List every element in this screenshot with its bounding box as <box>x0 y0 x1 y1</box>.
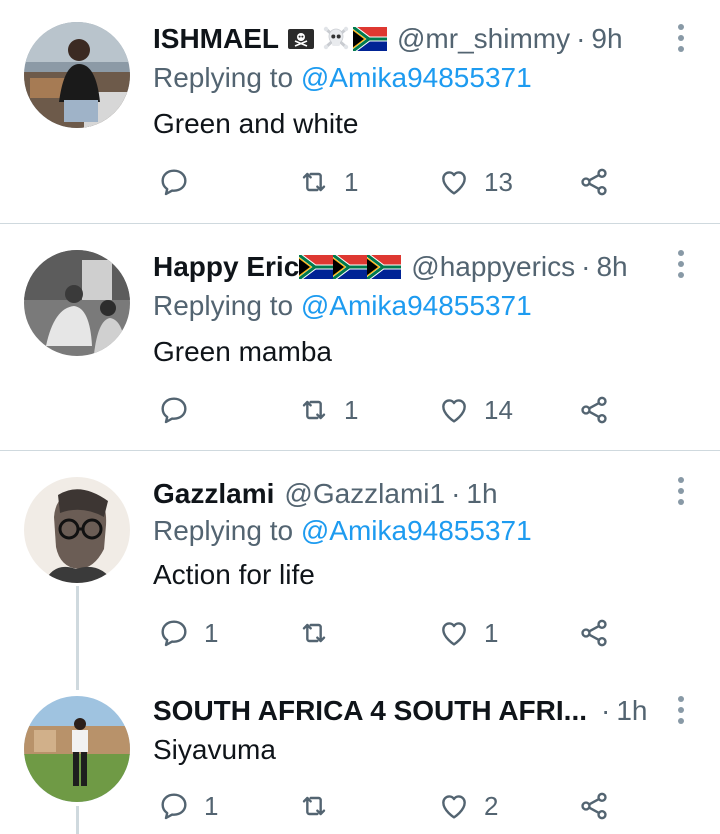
replying-prefix: Replying to <box>153 515 294 546</box>
reply-button[interactable] <box>158 394 204 426</box>
share-button[interactable] <box>578 617 610 649</box>
like-icon <box>438 166 470 198</box>
retweet-button[interactable] <box>298 790 344 822</box>
timestamp[interactable]: 1h <box>466 478 497 510</box>
reply-icon <box>158 617 190 649</box>
tweet-1[interactable]: ISHMAEL @mr_shimmy · 9h Replying to @Ami… <box>0 0 720 224</box>
retweet-button[interactable] <box>298 617 344 649</box>
reply-icon <box>158 166 190 198</box>
tweet-4[interactable]: SOUTH AFRICA 4 SOUTH AFRI... · 1h Siyavu… <box>0 690 720 834</box>
share-button[interactable] <box>578 790 610 822</box>
timestamp[interactable]: 8h <box>596 251 627 283</box>
avatar[interactable] <box>24 250 130 356</box>
share-button[interactable] <box>578 394 610 426</box>
tweet-text: Siyavuma <box>153 734 276 765</box>
timestamp[interactable]: 9h <box>591 23 622 55</box>
replying-prefix: Replying to <box>153 62 294 93</box>
south-africa-flag-icon <box>367 255 401 279</box>
tweet-3[interactable]: Gazzlami @Gazzlami1 · 1h Replying to @Am… <box>0 451 720 681</box>
more-icon[interactable] <box>672 250 690 280</box>
separator: · <box>601 695 611 726</box>
retweet-button[interactable]: 1 <box>298 394 358 426</box>
replying-prefix: Replying to <box>153 290 294 321</box>
display-name[interactable]: SOUTH AFRICA 4 SOUTH AFRI... <box>153 695 587 727</box>
like-count: 14 <box>484 394 513 425</box>
share-icon <box>578 617 610 649</box>
tweet-text: Green mamba <box>153 336 332 367</box>
share-button[interactable] <box>578 166 610 198</box>
tweet-text: Action for life <box>153 559 315 590</box>
reply-icon <box>158 790 190 822</box>
replying-to-mention[interactable]: @Amika94855371 <box>301 515 532 546</box>
like-count: 2 <box>484 790 499 821</box>
retweet-icon <box>298 394 330 426</box>
separator: · <box>576 23 586 54</box>
avatar[interactable] <box>24 477 130 583</box>
like-count: 1 <box>484 617 499 648</box>
replying-to-mention[interactable]: @Amika94855371 <box>301 290 532 321</box>
more-icon[interactable] <box>672 24 690 54</box>
south-africa-flag-icon <box>299 255 333 279</box>
like-icon <box>438 617 470 649</box>
share-icon <box>578 394 610 426</box>
like-icon <box>438 790 470 822</box>
share-icon <box>578 790 610 822</box>
separator: · <box>581 251 591 282</box>
user-handle[interactable]: @mr_shimmy <box>397 23 570 55</box>
skull-crossbones-flag-icon <box>287 24 317 54</box>
reply-icon <box>158 394 190 426</box>
like-button[interactable]: 14 <box>438 394 513 426</box>
display-name[interactable]: ISHMAEL <box>153 23 279 55</box>
retweet-button[interactable]: 1 <box>298 166 358 198</box>
reply-button[interactable]: 1 <box>158 617 218 649</box>
retweet-count: 1 <box>344 166 359 197</box>
share-icon <box>578 166 610 198</box>
replying-to: Replying to @Amika94855371 <box>153 515 532 547</box>
retweet-count: 1 <box>344 394 359 425</box>
avatar[interactable] <box>24 22 130 128</box>
tweet-text: Green and white <box>153 108 359 139</box>
more-icon[interactable] <box>672 477 690 507</box>
more-icon[interactable] <box>672 696 690 726</box>
reply-button[interactable]: 1 <box>158 790 218 822</box>
south-africa-flag-icon <box>353 27 387 51</box>
retweet-icon <box>298 790 330 822</box>
reply-count: 1 <box>204 790 219 821</box>
display-name[interactable]: Happy Eric <box>153 251 299 283</box>
like-button[interactable]: 1 <box>438 617 498 649</box>
tweet-2[interactable]: Happy Eric @happyerics · 8h Replying to … <box>0 224 720 450</box>
like-button[interactable]: 2 <box>438 790 498 822</box>
replying-to-mention[interactable]: @Amika94855371 <box>301 62 532 93</box>
separator: · <box>451 478 461 509</box>
south-africa-flag-icon <box>333 255 367 279</box>
retweet-icon <box>298 166 330 198</box>
reply-button[interactable] <box>158 166 204 198</box>
like-icon <box>438 394 470 426</box>
skull-crossbones-icon <box>321 24 351 54</box>
like-count: 13 <box>484 166 513 197</box>
retweet-icon <box>298 617 330 649</box>
user-handle[interactable]: @happyerics <box>411 251 575 283</box>
avatar[interactable] <box>24 696 130 802</box>
user-handle[interactable]: @Gazzlami1 <box>284 478 445 510</box>
timestamp[interactable]: 1h <box>616 695 647 727</box>
replying-to: Replying to @Amika94855371 <box>153 290 532 322</box>
reply-count: 1 <box>204 617 219 648</box>
replying-to: Replying to @Amika94855371 <box>153 62 532 94</box>
display-name[interactable]: Gazzlami <box>153 478 274 510</box>
like-button[interactable]: 13 <box>438 166 513 198</box>
